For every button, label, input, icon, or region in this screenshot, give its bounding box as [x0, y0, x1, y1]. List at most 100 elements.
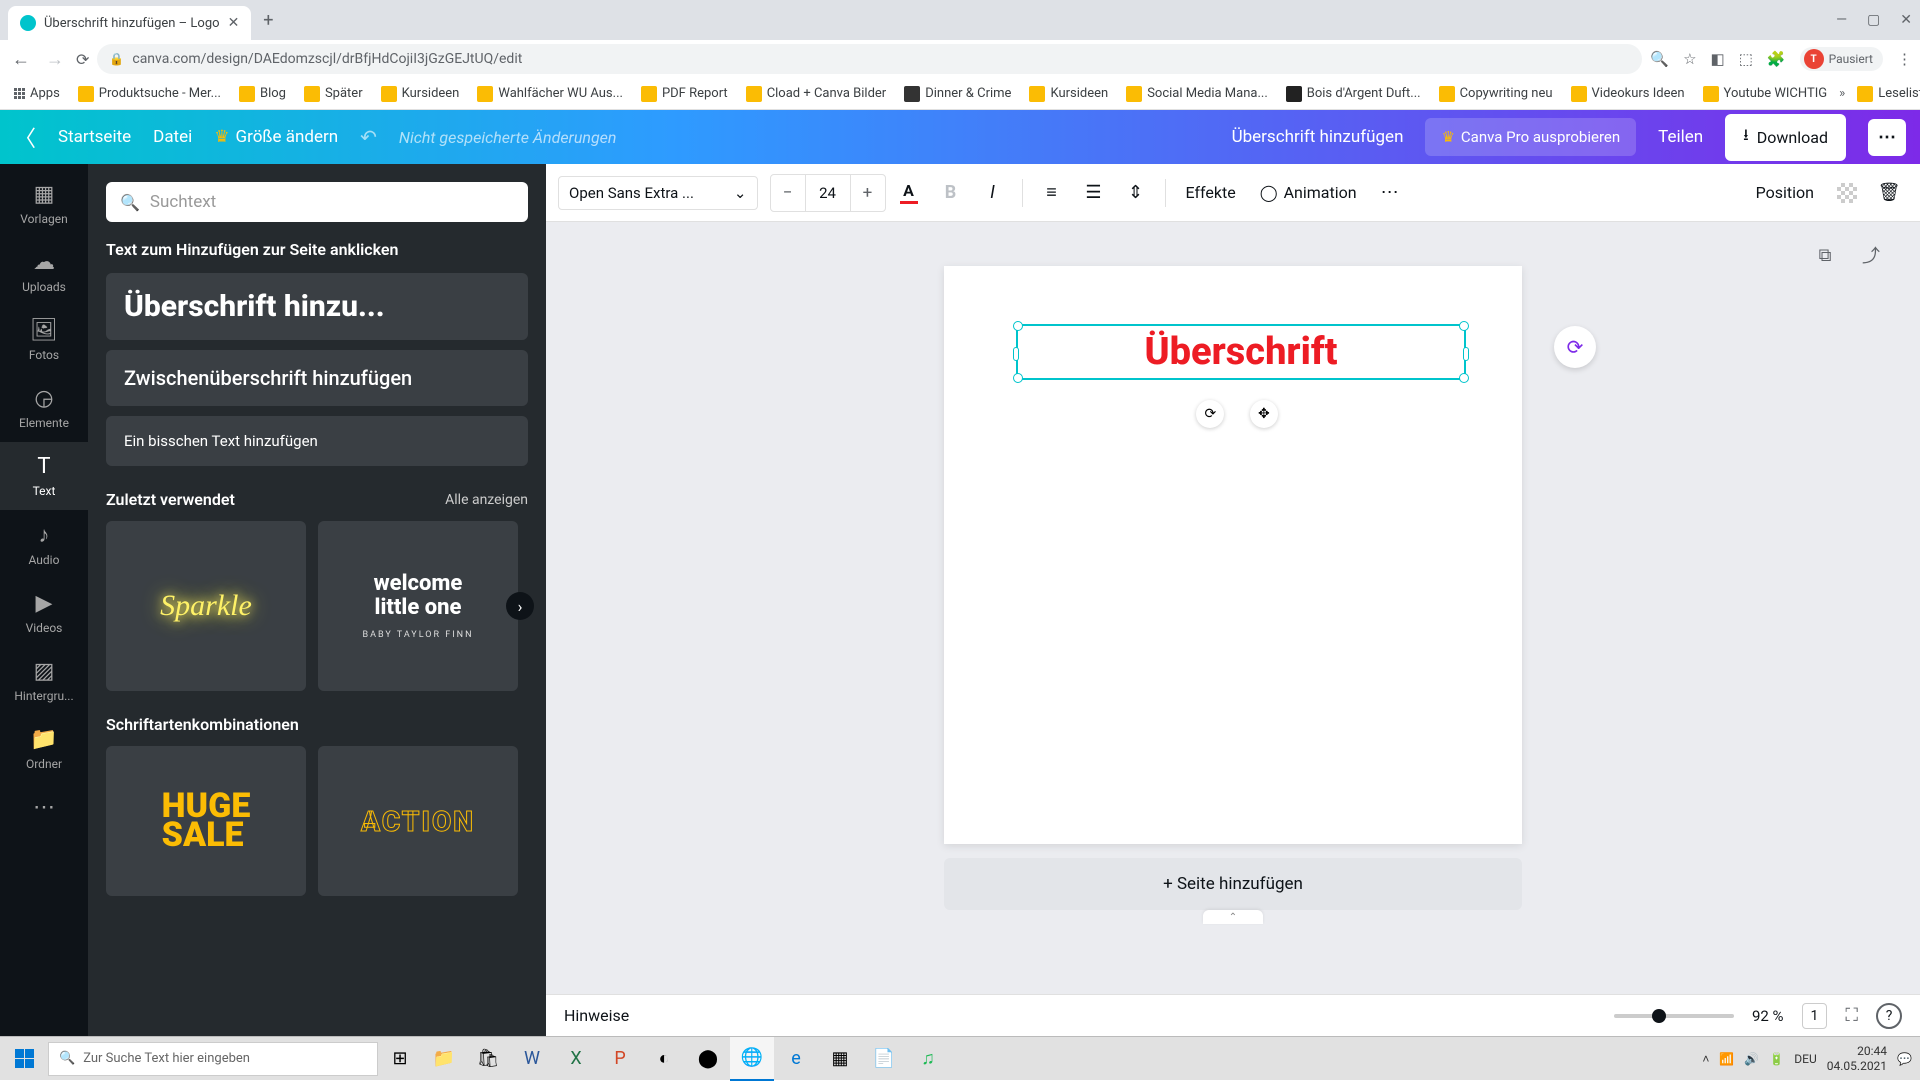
zoom-percentage[interactable]: 92 % — [1752, 1007, 1784, 1025]
bookmark-item[interactable]: Leseliste — [1851, 82, 1920, 106]
store-icon[interactable]: 🛍 — [466, 1037, 510, 1081]
reload-icon[interactable]: ⟳ — [76, 50, 89, 69]
rail-templates[interactable]: ▦Vorlagen — [0, 170, 88, 238]
carousel-next-icon[interactable]: › — [506, 592, 534, 620]
effects-button[interactable]: Effekte — [1176, 174, 1246, 212]
resize-button[interactable]: ♛ Größe ändern — [214, 127, 338, 147]
add-heading-button[interactable]: Überschrift hinzu... — [106, 273, 528, 340]
rail-more[interactable]: ⋯ — [0, 783, 88, 832]
extension-icon-2[interactable]: ⬚ — [1739, 50, 1753, 68]
profile-badge[interactable]: T Pausiert — [1800, 47, 1883, 71]
taskbar-search[interactable]: 🔍 Zur Suche Text hier eingeben — [48, 1042, 378, 1076]
tray-chevron-icon[interactable]: ˄ — [1702, 1052, 1709, 1066]
timeline-collapse-icon[interactable]: ⌃ — [1203, 910, 1263, 924]
file-menu[interactable]: Datei — [153, 127, 192, 147]
bookmark-item[interactable]: Wahlfächer WU Aus... — [471, 82, 629, 106]
notes-button[interactable]: Hinweise — [564, 1006, 629, 1025]
chrome-icon[interactable]: 🌐 — [730, 1037, 774, 1081]
text-template-sparkle[interactable]: Sparkle — [106, 521, 306, 691]
rail-audio[interactable]: ♪Audio — [0, 510, 88, 579]
notepad-icon[interactable]: 📄 — [862, 1037, 906, 1081]
list-button[interactable]: ☰ — [1075, 174, 1113, 212]
try-pro-button[interactable]: ♛ Canva Pro ausprobieren — [1425, 118, 1636, 156]
resize-handle-tl[interactable] — [1013, 321, 1023, 331]
font-size-value[interactable]: 24 — [805, 175, 851, 211]
more-menu-icon[interactable]: ⋯ — [1868, 119, 1906, 156]
text-content[interactable]: Überschrift — [1018, 326, 1464, 378]
font-size-decrease[interactable]: − — [771, 175, 805, 211]
bookmark-item[interactable]: Videokurs Ideen — [1565, 82, 1691, 106]
spotify-icon[interactable]: ♫ — [906, 1037, 950, 1081]
bookmark-item[interactable]: Social Media Mana... — [1120, 82, 1274, 106]
search-input[interactable] — [150, 192, 514, 212]
maximize-icon[interactable]: ▢ — [1867, 12, 1880, 28]
word-icon[interactable]: W — [510, 1037, 554, 1081]
rail-uploads[interactable]: ☁Uploads — [0, 238, 88, 306]
more-toolbar-icon[interactable]: ⋯ — [1371, 174, 1409, 212]
duplicate-page-icon[interactable]: ⧉ — [1810, 240, 1840, 270]
page-count-button[interactable]: 1 — [1802, 1003, 1828, 1029]
share-button[interactable]: Teilen — [1658, 127, 1703, 147]
font-selector[interactable]: Open Sans Extra ... ⌄ — [558, 176, 758, 210]
bookmark-item[interactable]: Bois d'Argent Duft... — [1280, 82, 1427, 106]
apps-button[interactable]: Apps — [8, 82, 66, 105]
selected-text-element[interactable]: Überschrift ⟳ ✥ — [1016, 324, 1466, 380]
url-field[interactable]: 🔒 canva.com/design/DAEdomzscjl/drBfjHdCo… — [97, 44, 1642, 74]
resize-handle-ml[interactable] — [1013, 347, 1019, 361]
spacing-button[interactable]: ⇕ — [1117, 174, 1155, 212]
language-indicator[interactable]: DEU — [1794, 1052, 1816, 1066]
extension-icon[interactable]: ◧ — [1711, 50, 1725, 68]
help-icon[interactable]: ? — [1876, 1003, 1902, 1029]
rail-photos[interactable]: 🖼Fotos — [0, 306, 88, 374]
text-color-button[interactable]: A — [890, 174, 928, 212]
regenerate-button[interactable]: ⟳ — [1554, 326, 1596, 368]
download-button[interactable]: ⭳ Download — [1725, 114, 1846, 161]
wifi-icon[interactable]: 📶 — [1719, 1052, 1734, 1066]
resize-handle-bl[interactable] — [1013, 373, 1023, 383]
font-combo-action[interactable]: ACTION — [318, 746, 518, 896]
bookmark-item[interactable]: Später — [298, 82, 369, 106]
battery-icon[interactable]: 🔋 — [1769, 1052, 1784, 1066]
bookmark-item[interactable]: PDF Report — [635, 82, 734, 106]
explorer-icon[interactable]: 📁 — [422, 1037, 466, 1081]
document-title[interactable]: Überschrift hinzufügen — [1232, 127, 1404, 147]
task-view-icon[interactable]: ⊞ — [378, 1037, 422, 1081]
browser-tab[interactable]: Überschrift hinzufügen – Logo ✕ — [8, 6, 251, 40]
zoom-thumb[interactable] — [1652, 1009, 1666, 1023]
italic-button[interactable]: I — [974, 174, 1012, 212]
home-back-icon[interactable]: 〈 — [14, 121, 36, 153]
see-all-link[interactable]: Alle anzeigen — [445, 492, 528, 508]
font-combo-hugesale[interactable]: HUGESALE — [106, 746, 306, 896]
resize-handle-br[interactable] — [1459, 373, 1469, 383]
app-icon-2[interactable]: ▦ — [818, 1037, 862, 1081]
zoom-icon[interactable]: 🔍 — [1650, 50, 1669, 68]
edge-icon[interactable]: e — [774, 1037, 818, 1081]
undo-icon[interactable]: ↶ — [360, 125, 377, 149]
close-window-icon[interactable]: ✕ — [1900, 12, 1912, 28]
transparency-button[interactable] — [1828, 174, 1866, 212]
extensions-puzzle-icon[interactable]: 🧩 — [1767, 50, 1786, 68]
notifications-icon[interactable]: 💬 — [1897, 1052, 1912, 1066]
bookmark-item[interactable]: Kursideen — [1023, 82, 1114, 106]
font-size-increase[interactable]: + — [851, 175, 885, 211]
add-subheading-button[interactable]: Zwischenüberschrift hinzufügen — [106, 350, 528, 406]
alignment-button[interactable]: ≡ — [1033, 174, 1071, 212]
rail-text[interactable]: TText — [0, 442, 88, 510]
rail-videos[interactable]: ▶Videos — [0, 579, 88, 647]
share-page-icon[interactable]: ⤴ — [1856, 240, 1886, 270]
bookmark-item[interactable]: Dinner & Crime — [898, 82, 1017, 106]
obs-icon[interactable]: ⬤ — [686, 1037, 730, 1081]
rail-folders[interactable]: 📁Ordner — [0, 715, 88, 783]
resize-handle-mr[interactable] — [1463, 347, 1469, 361]
forward-icon[interactable]: → — [42, 45, 68, 74]
new-tab-button[interactable]: + — [263, 10, 273, 31]
animation-button[interactable]: ◯ Animation — [1250, 174, 1367, 212]
excel-icon[interactable]: X — [554, 1037, 598, 1081]
bookmark-item[interactable]: Cload + Canva Bilder — [740, 82, 893, 106]
rotate-handle[interactable]: ⟳ — [1196, 400, 1224, 428]
powerpoint-icon[interactable]: P — [598, 1037, 642, 1081]
minimize-icon[interactable]: — — [1836, 12, 1847, 28]
canvas-viewport[interactable]: ⧉ ⤴ Überschrift ⟳ ✥ ⟳ + Seite hinzufügen — [546, 222, 1920, 994]
home-link[interactable]: Startseite — [58, 127, 131, 147]
bookmark-item[interactable]: Copywriting neu — [1433, 82, 1559, 106]
